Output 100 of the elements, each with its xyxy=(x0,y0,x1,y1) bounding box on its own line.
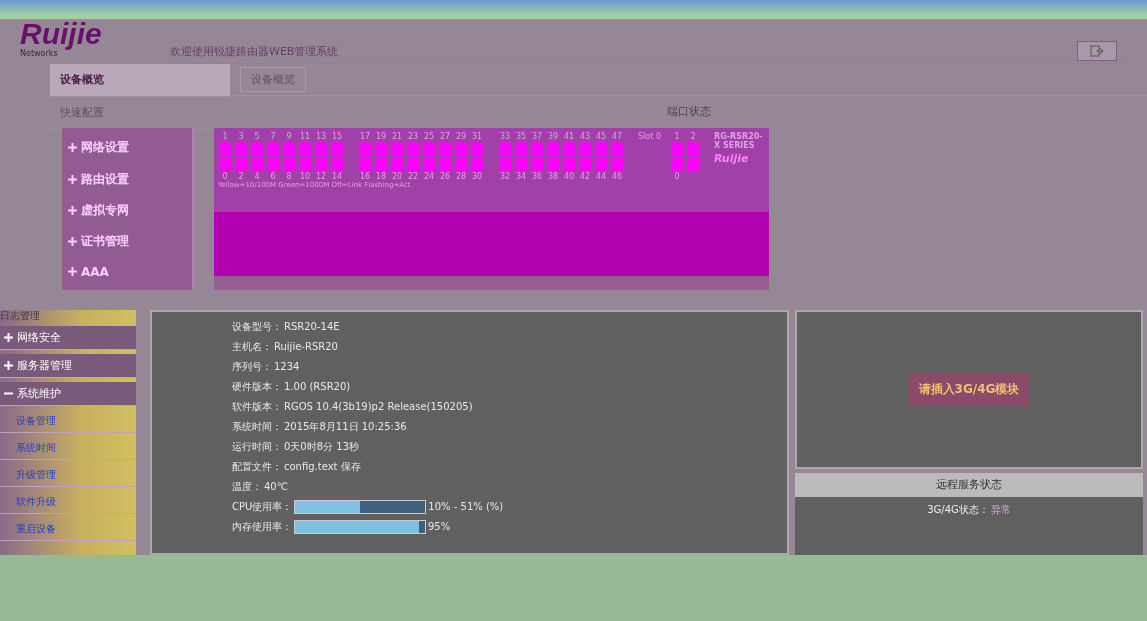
port-icon xyxy=(359,157,371,171)
port-number: 40 xyxy=(563,172,575,181)
port-number: 34 xyxy=(515,172,527,181)
port-icon xyxy=(375,157,387,171)
port-number: 17 xyxy=(359,132,371,141)
port-icon xyxy=(423,157,435,171)
port-icon xyxy=(595,142,607,156)
slot-label: Slot 0 xyxy=(638,132,662,141)
menu-item[interactable]: AAA xyxy=(62,264,192,279)
port-number: 43 xyxy=(579,132,591,141)
port-number: 1 xyxy=(222,132,228,141)
port-number: 36 xyxy=(531,172,543,181)
submenu-item[interactable]: 重启设备 xyxy=(0,518,136,541)
port-icon xyxy=(611,157,623,171)
port-icon xyxy=(547,157,559,171)
port-icon xyxy=(515,142,527,156)
submenu-item[interactable]: 升级管理 xyxy=(0,464,136,487)
port-icon xyxy=(299,157,311,171)
usage-reading: 10% - 51% (%) xyxy=(428,501,504,512)
menu-item[interactable]: 虚拟专网 xyxy=(62,201,192,219)
menu-item[interactable]: 服务器管理 xyxy=(0,354,136,378)
port-icon xyxy=(359,142,371,156)
menu-item[interactable]: 网络设置 xyxy=(62,139,192,157)
port-icon xyxy=(579,157,591,171)
info-label: 硬件版本： xyxy=(232,379,282,394)
port-icon xyxy=(455,142,467,156)
port-icon xyxy=(671,142,683,156)
port-number: 31 xyxy=(471,132,483,141)
port-icon xyxy=(531,157,543,171)
menu-item[interactable]: 系统维护 xyxy=(0,382,136,406)
port-number: 19 xyxy=(375,132,387,141)
port-number: 28 xyxy=(455,172,467,181)
port-number: 47 xyxy=(611,132,623,141)
logout-button[interactable] xyxy=(1077,41,1117,61)
port-icon xyxy=(471,142,483,156)
port-icon xyxy=(595,157,607,171)
port-number: 27 xyxy=(439,132,451,141)
port-number: 14 xyxy=(331,172,343,181)
logo-subtitle: Networks xyxy=(20,49,58,58)
port-number: 13 xyxy=(315,132,327,141)
port-number: 32 xyxy=(499,172,511,181)
port-number: 38 xyxy=(547,172,559,181)
port-icon xyxy=(471,157,483,171)
port-icon xyxy=(547,142,559,156)
port-number: 24 xyxy=(423,172,435,181)
port-number: 22 xyxy=(407,172,419,181)
port-icon xyxy=(283,157,295,171)
nav-item[interactable]: 设备概览 xyxy=(50,64,230,97)
port-number: 20 xyxy=(391,172,403,181)
port-number: 5 xyxy=(254,132,260,141)
menu-item[interactable]: 证书管理 xyxy=(62,233,192,251)
port-number: 44 xyxy=(595,172,607,181)
modem-message: 请插入3G/4G模块 xyxy=(908,373,1030,406)
port-number: 30 xyxy=(471,172,483,181)
port-number: 35 xyxy=(515,132,527,141)
info-value: 40℃ xyxy=(264,481,288,492)
port-icon xyxy=(563,142,575,156)
submenu-item[interactable]: 系统时间 xyxy=(0,437,136,460)
info-value: RGOS 10.4(3b19)p2 Release(150205) xyxy=(284,401,473,412)
port-icon xyxy=(407,157,419,171)
port-number: 1 xyxy=(674,132,680,141)
port-number: 26 xyxy=(439,172,451,181)
port-icon xyxy=(499,142,511,156)
port-number: 0 xyxy=(674,172,680,181)
menu-item[interactable]: 路由设置 xyxy=(62,170,192,188)
info-value: 2015年8月11日 10:25:36 xyxy=(284,419,407,434)
port-icon xyxy=(267,142,279,156)
info-label: 温度： xyxy=(232,479,262,494)
submenu-item[interactable]: 软件升级 xyxy=(0,491,136,514)
port-number: 41 xyxy=(563,132,575,141)
tab[interactable]: 设备概览 xyxy=(240,67,306,92)
port-icon xyxy=(499,157,511,171)
port-number: 8 xyxy=(286,172,292,181)
menu-item[interactable]: 网络安全 xyxy=(0,326,136,350)
port-number: 29 xyxy=(455,132,467,141)
port-icon xyxy=(299,142,311,156)
status-label: 3G/4G状态： xyxy=(927,503,989,517)
port-number: 0 xyxy=(222,172,228,181)
port-number: 39 xyxy=(547,132,559,141)
info-value: 0天0时8分 13秒 xyxy=(284,439,359,454)
info-label: 主机名： xyxy=(232,339,272,354)
model-label: RG-RSR20-X SERIES xyxy=(714,132,764,150)
info-value: Ruijie-RSR20 xyxy=(274,341,338,352)
info-label: 设备型号： xyxy=(232,319,282,334)
port-number: 12 xyxy=(315,172,327,181)
port-number: 2 xyxy=(238,172,244,181)
port-number: 7 xyxy=(270,132,276,141)
submenu-item[interactable]: 设备管理 xyxy=(0,410,136,433)
port-number: 9 xyxy=(286,132,292,141)
port-icon xyxy=(219,142,231,156)
port-icon xyxy=(407,142,419,156)
info-value: 1.00 (RSR20) xyxy=(284,381,351,392)
logo: Ruijie xyxy=(20,19,103,49)
port-icon xyxy=(315,157,327,171)
panel-header: 远程服务状态 xyxy=(795,473,1143,497)
port-icon xyxy=(251,142,263,156)
port-number: 21 xyxy=(391,132,403,141)
port-icon xyxy=(579,142,591,156)
port-icon xyxy=(687,142,699,156)
port-number: 42 xyxy=(579,172,591,181)
